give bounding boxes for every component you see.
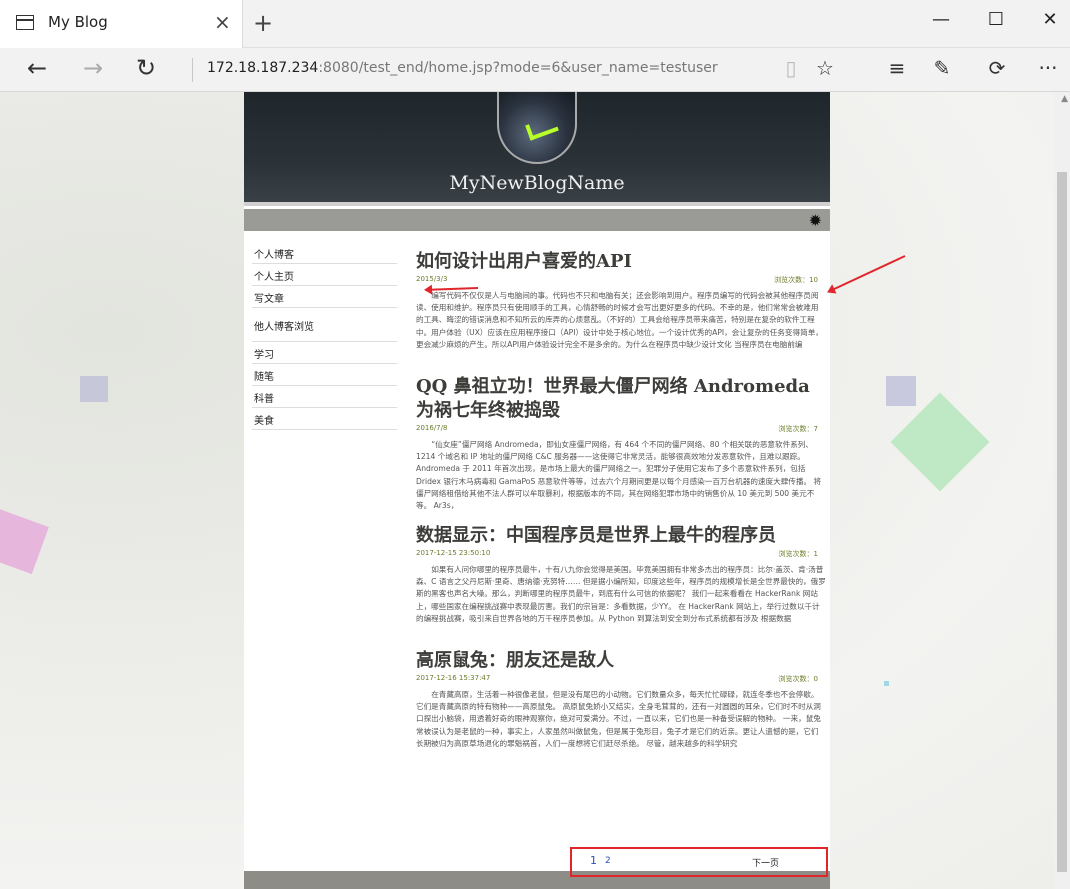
sidebar-heading-personal-blog: 个人博客 (252, 242, 397, 264)
sidebar-item-food[interactable]: 美食 (252, 408, 397, 430)
pagination: 1 2 下一页 (570, 847, 828, 877)
url-path: :8080/test_end/home.jsp?mode=6&user_name… (318, 60, 718, 76)
blog-page: MyNewBlogName ✹ 个人博客 个人主页 写文章 他人博客浏览 学习 … (244, 92, 830, 889)
deco-square (886, 376, 916, 406)
post-views: 浏览次数：7 (778, 425, 818, 433)
deco-square (0, 507, 49, 575)
back-button[interactable]: ← (22, 54, 52, 82)
next-page-link[interactable]: 下一页 (752, 856, 779, 869)
post-list: 如何设计出用户喜爱的API 2015/3/3 浏览次数：10 编写代码不仅仅是人… (416, 250, 826, 774)
post-views: 浏览次数：10 (774, 276, 818, 284)
post-meta: 2015/3/3 浏览次数：10 (416, 275, 826, 287)
blog-banner: MyNewBlogName (244, 92, 830, 206)
post-title[interactable]: QQ 鼻祖立功！世界最大僵尸网络 Andromeda 为祸七年终被捣毁 (416, 375, 826, 423)
page-2-link[interactable]: 2 (605, 856, 611, 866)
browser-tab[interactable]: My Blog × (0, 0, 243, 48)
post-item: QQ 鼻祖立功！世界最大僵尸网络 Andromeda 为祸七年终被捣毁 2016… (416, 375, 826, 513)
blog-name: MyNewBlogName (449, 172, 625, 194)
post-meta: 2016/7/8 浏览次数：7 (416, 424, 826, 436)
post-item: 数据显示：中国程序员是世界上最牛的程序员 2017-12-15 23:50:10… (416, 524, 826, 638)
post-meta: 2017-12-16 15:37:47 浏览次数：0 (416, 674, 826, 686)
scrollbar-thumb[interactable] (1057, 172, 1067, 872)
url-field[interactable]: 172.18.187.234:8080/test_end/home.jsp?mo… (207, 60, 718, 76)
post-date: 2017-12-16 15:37:47 (416, 674, 491, 682)
blog-sidebar: 个人博客 个人主页 写文章 他人博客浏览 学习 随笔 科普 美食 (252, 242, 397, 430)
hub-icon[interactable]: ≡ (883, 56, 911, 80)
minimize-button[interactable]: — (926, 9, 956, 30)
post-date: 2016/7/8 (416, 424, 448, 432)
tab-title: My Blog (48, 13, 108, 31)
sidebar-item-science[interactable]: 科普 (252, 386, 397, 408)
tab-close-icon[interactable]: × (214, 10, 231, 34)
post-excerpt: 在青藏高原，生活着一种很像老鼠，但是没有尾巴的小动物。它们数量众多，每天忙忙碌碌… (416, 690, 821, 748)
tab-page-icon (16, 15, 34, 30)
sidebar-item-study[interactable]: 学习 (252, 342, 397, 364)
browser-address-bar: ← → ↻ 172.18.187.234:8080/test_end/home.… (0, 48, 1070, 92)
post-item: 如何设计出用户喜爱的API 2015/3/3 浏览次数：10 编写代码不仅仅是人… (416, 250, 826, 364)
post-excerpt: 如果有人问你哪里的程序员最牛，十有八九你会觉得是美国。毕竟美国拥有非常多杰出的程… (416, 565, 826, 623)
scroll-up-icon[interactable]: ▲ (1061, 94, 1068, 104)
share-icon[interactable]: ⟳ (983, 56, 1011, 80)
toolbar-strip: ✹ (244, 209, 830, 231)
post-title[interactable]: 高原鼠兔：朋友还是敌人 (416, 649, 826, 673)
annotation-arrow-views (828, 255, 906, 293)
post-excerpt: “仙女座”僵尸网络 Andromeda，即仙女座僵尸网络，有 464 个不同的僵… (416, 440, 822, 511)
post-excerpt: 编写代码不仅仅是人与电脑间的事。代码也不只和电脑有关；还会影响到用户。程序员编写… (416, 291, 823, 349)
post-item: 高原鼠兔：朋友还是敌人 2017-12-16 15:37:47 浏览次数：0 在… (416, 649, 826, 763)
banner-divider (244, 202, 830, 206)
reading-view-icon[interactable]: ▯ (777, 56, 805, 80)
sidebar-item-essay[interactable]: 随笔 (252, 364, 397, 386)
forward-button[interactable]: → (78, 54, 108, 82)
refresh-button[interactable]: ↻ (131, 54, 161, 82)
close-window-button[interactable]: ✕ (1035, 9, 1065, 30)
post-date: 2015/3/3 (416, 275, 448, 283)
favorite-star-icon[interactable]: ☆ (811, 56, 839, 80)
browser-tab-bar: My Blog × + — ☐ ✕ (0, 0, 1070, 48)
more-icon[interactable]: ··· (1034, 56, 1062, 80)
deco-dot (884, 681, 889, 686)
vertical-scrollbar[interactable]: ▲ (1054, 92, 1070, 889)
post-views: 浏览次数：0 (778, 675, 818, 683)
maximize-button[interactable]: ☐ (981, 9, 1011, 30)
avatar (497, 92, 577, 164)
sidebar-item-write[interactable]: 写文章 (252, 286, 397, 308)
address-separator (192, 58, 193, 82)
sidebar-heading-browse-others: 他人博客浏览 (252, 308, 397, 342)
web-note-icon[interactable]: ✎ (928, 56, 956, 80)
page-viewport: MyNewBlogName ✹ 个人博客 个人主页 写文章 他人博客浏览 学习 … (0, 92, 1070, 889)
url-host: 172.18.187.234 (207, 60, 319, 76)
post-title[interactable]: 如何设计出用户喜爱的API (416, 250, 826, 274)
gear-icon[interactable]: ✹ (809, 211, 822, 230)
post-title[interactable]: 数据显示：中国程序员是世界上最牛的程序员 (416, 524, 826, 548)
post-date: 2017-12-15 23:50:10 (416, 549, 491, 557)
post-meta: 2017-12-15 23:50:10 浏览次数：1 (416, 549, 826, 561)
sidebar-item-home[interactable]: 个人主页 (252, 264, 397, 286)
deco-diamond (890, 392, 990, 492)
post-views: 浏览次数：1 (778, 550, 818, 558)
deco-square (80, 376, 108, 402)
page-1-link[interactable]: 1 (590, 854, 597, 867)
new-tab-button[interactable]: + (253, 9, 273, 37)
